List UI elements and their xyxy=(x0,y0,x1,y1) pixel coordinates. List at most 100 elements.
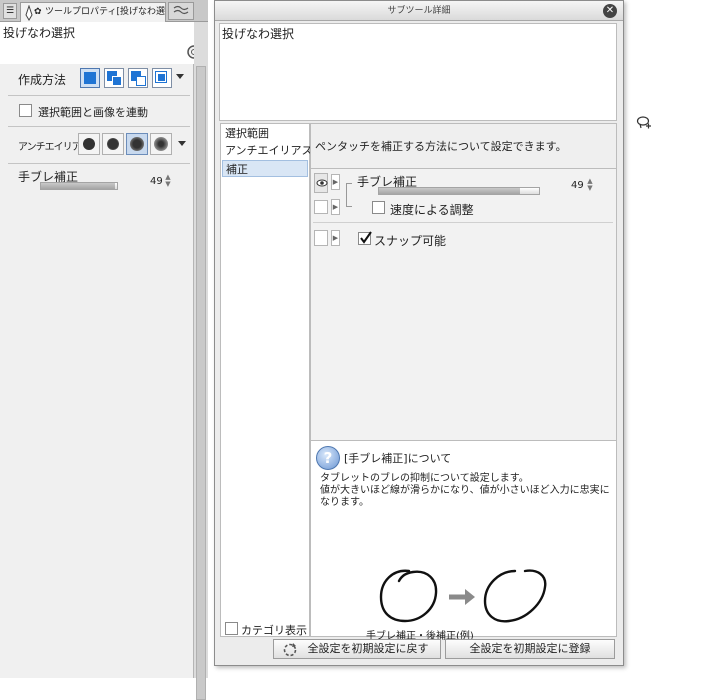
spin-down-icon[interactable]: ▼ xyxy=(164,181,172,188)
checkmark-icon xyxy=(360,231,372,244)
subtract-selection-button[interactable] xyxy=(128,68,148,88)
category-item-label: アンチエイリアス xyxy=(225,144,313,157)
help-area: ? [手ブレ補正]について タブレットのブレの抑制について設定します。 値が大き… xyxy=(311,440,616,642)
layer-wave-icon xyxy=(173,5,189,15)
category-item-correction[interactable]: 補正 xyxy=(222,160,308,177)
spin-down-icon[interactable]: ▼ xyxy=(586,185,594,192)
tab-tool-property-label: ツールプロパティ[投げなわ選択] xyxy=(45,7,166,17)
help-title: [手ブレ補正]について xyxy=(344,452,452,465)
divider xyxy=(8,95,190,96)
stabilization-setting-value: 49 xyxy=(571,180,584,191)
tab-tool-property[interactable]: ✿ ツールプロパティ[投げなわ選択] xyxy=(20,2,166,22)
create-method-dropdown-arrow-icon[interactable] xyxy=(176,74,184,79)
tab-layer-property[interactable] xyxy=(168,2,194,20)
category-item-antialias[interactable]: アンチエイリアス xyxy=(222,142,313,159)
expand-stabilization-button[interactable]: ▶ xyxy=(331,174,340,190)
category-item-label: 選択範囲 xyxy=(225,127,269,140)
antialias-weak-icon xyxy=(107,138,119,150)
add-selection-button[interactable] xyxy=(104,68,124,88)
stabilization-spinner[interactable]: ▲ ▼ xyxy=(164,174,172,188)
category-display-label: カテゴリ表示 xyxy=(241,624,307,637)
stabilization-example-image xyxy=(379,569,547,623)
divider xyxy=(313,222,613,223)
panel-tab-bar: ☰ ✿ ツールプロパティ[投げなわ選択] xyxy=(0,0,208,22)
tree-line xyxy=(346,183,352,193)
dialog-title: サブツール詳細 xyxy=(387,6,451,16)
expand-arrow-icon: ▶ xyxy=(332,203,339,211)
panel-scrollbar[interactable] xyxy=(194,22,208,700)
register-all-settings-button[interactable]: 全設定を初期設定に登録 xyxy=(445,639,615,659)
category-item-selection[interactable]: 選択範囲 xyxy=(222,125,308,142)
help-text-line: タブレットのブレの抑制について設定します。 xyxy=(320,473,529,484)
register-all-settings-label: 全設定を初期設定に登録 xyxy=(469,642,591,655)
speed-adjust-checkbox[interactable] xyxy=(372,201,385,214)
tree-line xyxy=(346,193,352,207)
add-selection-icon-part xyxy=(112,76,122,86)
stabilization-setting-spinner[interactable]: ▲ ▼ xyxy=(586,178,594,192)
link-selection-label: 選択範囲と画像を連動 xyxy=(38,106,148,119)
panel-menu-button[interactable]: ☰ xyxy=(3,3,17,19)
dialog-title-bar[interactable]: サブツール詳細 xyxy=(215,1,623,21)
sub-tool-detail-dialog: サブツール詳細 ✕ 投げなわ選択 選択範囲 アンチエイリアス 補正 カテゴリ表示… xyxy=(214,0,624,666)
help-text: タブレットのブレの抑制について設定します。 値が大きいほど線が滑らかになり、値が… xyxy=(320,473,610,509)
snap-checkbox[interactable] xyxy=(358,231,372,245)
stabilization-setting-slider-fill xyxy=(379,188,521,194)
antialias-none-button[interactable] xyxy=(78,133,100,155)
expand-snap-button[interactable]: ▶ xyxy=(331,230,340,246)
eye-icon xyxy=(316,179,328,187)
close-icon: ✕ xyxy=(605,5,615,16)
intersect-selection-button[interactable] xyxy=(152,68,172,88)
divider xyxy=(8,163,190,164)
stabilization-slider-fill xyxy=(41,183,116,189)
gear-icon: ✿ xyxy=(34,7,42,17)
settings-area: ペンタッチを補正する方法について設定できます。 ▶ 手ブレ補正 49 ▲ ▼ ▶… xyxy=(310,123,617,642)
sub-tool-name: 投げなわ選択 xyxy=(222,27,295,41)
speed-adjust-label: 速度による調整 xyxy=(390,203,474,217)
create-new-selection-button[interactable] xyxy=(80,68,100,88)
show-in-tool-property-toggle[interactable] xyxy=(314,173,328,193)
help-icon: ? xyxy=(316,446,340,470)
reset-all-settings-button[interactable]: 全設定を初期設定に戻す xyxy=(273,639,441,659)
antialias-none-icon xyxy=(83,138,95,150)
lasso-cursor-icon xyxy=(636,116,651,129)
antialias-medium-button[interactable] xyxy=(126,133,148,155)
expand-arrow-icon: ▶ xyxy=(332,178,339,186)
stabilization-slider[interactable] xyxy=(40,182,118,190)
tool-property-panel: ☰ ✿ ツールプロパティ[投げなわ選択] 投げなわ選択 作成方法 選択範囲と画像… xyxy=(0,0,208,700)
tool-name-area: 投げなわ選択 xyxy=(0,22,203,64)
antialias-dropdown-arrow-icon[interactable] xyxy=(178,141,186,146)
help-text-line: 値が大きいほど線が滑らかになり、値が小さいほど入力に忠実に xyxy=(320,485,610,496)
divider xyxy=(8,126,190,127)
category-list: 選択範囲 アンチエイリアス 補正 カテゴリ表示 xyxy=(220,123,313,637)
snap-label: スナップ可能 xyxy=(374,234,447,248)
antialias-strong-icon xyxy=(154,137,168,151)
category-display-checkbox[interactable] xyxy=(225,622,238,635)
close-button[interactable]: ✕ xyxy=(603,4,617,18)
category-item-label: 補正 xyxy=(226,163,248,176)
sub-tool-name-area: 投げなわ選択 xyxy=(219,23,617,121)
reset-all-settings-label: 全設定を初期設定に戻す xyxy=(307,642,429,655)
expand-speed-adjust-button[interactable]: ▶ xyxy=(331,199,340,215)
antialias-weak-button[interactable] xyxy=(102,133,124,155)
expand-arrow-icon: ▶ xyxy=(332,234,339,242)
link-selection-checkbox[interactable] xyxy=(19,104,32,117)
menu-icon: ☰ xyxy=(5,6,15,16)
show-snap-toggle[interactable] xyxy=(314,230,328,246)
show-speed-adjust-toggle[interactable] xyxy=(314,200,328,214)
create-method-label: 作成方法 xyxy=(18,73,67,87)
category-description: ペンタッチを補正する方法について設定できます。 xyxy=(315,140,567,153)
tool-name: 投げなわ選択 xyxy=(3,26,76,40)
pen-tool-icon xyxy=(25,5,33,21)
reset-icon xyxy=(283,643,297,657)
antialias-medium-icon xyxy=(130,137,144,151)
help-text-line: なります。 xyxy=(320,497,369,508)
scrollbar-thumb[interactable] xyxy=(196,66,206,700)
intersect-selection-icon-part xyxy=(158,74,165,81)
subtract-selection-icon-part xyxy=(136,76,146,86)
antialias-strong-button[interactable] xyxy=(150,133,172,155)
settings-list: ▶ 手ブレ補正 49 ▲ ▼ ▶ 速度による調整 ▶ スナップ可能 xyxy=(311,168,616,440)
stabilization-setting-slider[interactable] xyxy=(378,187,540,195)
stabilization-value: 49 xyxy=(150,176,163,187)
tool-property-content: 投げなわ選択 作成方法 選択範囲と画像を連動 アンチエイリアス 手ブレ補正 49… xyxy=(0,22,203,678)
new-selection-icon xyxy=(84,72,96,84)
